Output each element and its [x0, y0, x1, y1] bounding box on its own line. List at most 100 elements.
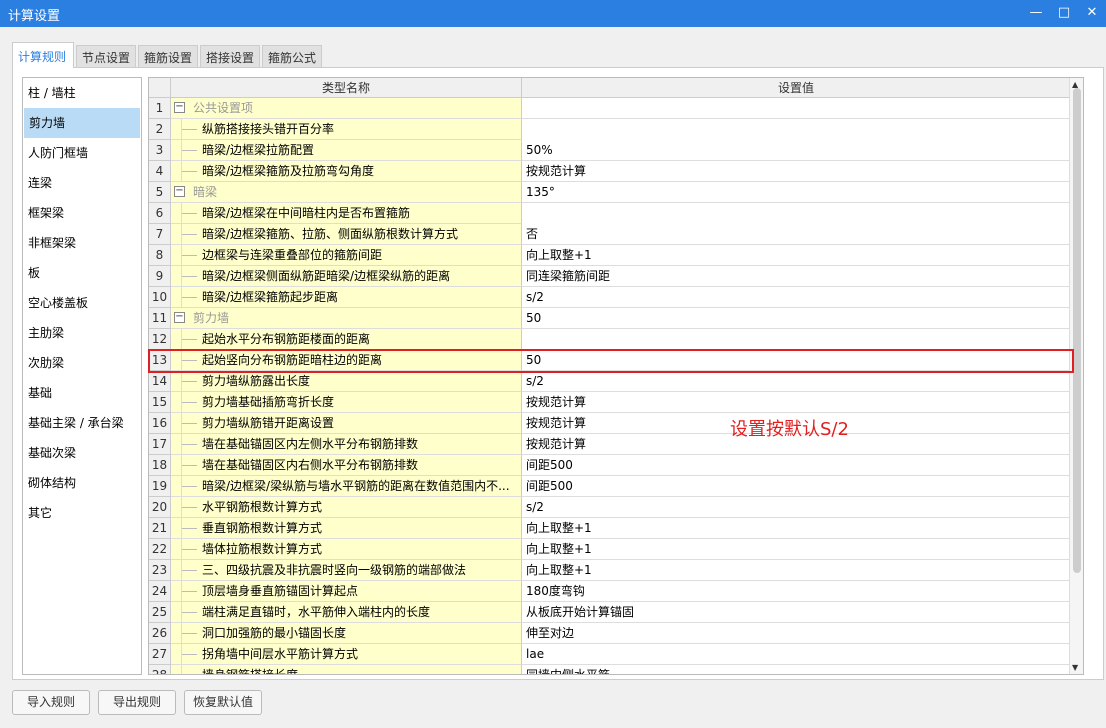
table-row[interactable]: 22 墙体拉筋根数计算方式 向上取整+1: [149, 539, 1070, 581]
group-name-cell[interactable]: − 公共设置项: [171, 98, 522, 119]
value-cell[interactable]: [522, 308, 1070, 329]
name-cell: 起始竖向分布钢筋距暗柱边的距离: [171, 350, 522, 371]
table-row[interactable]: 27 拐角墙中间层水平筋计算方式 同墙内侧水平筋: [149, 644, 1070, 674]
row-number: 20: [149, 497, 171, 518]
table-row[interactable]: 24 顶层墙身垂直筋锚固计算起点 从板底开始计算锚固: [149, 581, 1070, 623]
table-row[interactable]: 10 暗梁/边框梁箍筋起步距离 50: [149, 287, 1070, 329]
column-header-value[interactable]: 设置值: [522, 78, 1070, 98]
name-cell: 墙身钢筋搭接长度: [171, 665, 522, 674]
group-row[interactable]: 1− 公共设置项: [149, 98, 1070, 119]
sidebar-item[interactable]: 次肋梁: [23, 348, 141, 378]
name-cell: 墙体拉筋根数计算方式: [171, 539, 522, 560]
tab-4[interactable]: 箍筋公式: [262, 45, 322, 67]
row-number: 27: [149, 644, 171, 665]
sidebar-item[interactable]: 基础: [23, 378, 141, 408]
group-row[interactable]: 5− 暗梁: [149, 182, 1070, 203]
row-number: 8: [149, 245, 171, 266]
sidebar-item[interactable]: 剪力墙: [24, 108, 140, 138]
sidebar-item[interactable]: 基础次梁: [23, 438, 141, 468]
name-cell: 暗梁/边框梁箍筋、拉筋、侧面纵筋根数计算方式: [171, 224, 522, 245]
row-number: 13: [149, 350, 171, 371]
name-cell: 纵筋搭接接头错开百分率: [171, 119, 522, 140]
table-row[interactable]: 25 端柱满足直锚时，水平筋伸入端柱内的长度 伸至对边: [149, 602, 1070, 644]
name-cell: 拐角墙中间层水平筋计算方式: [171, 644, 522, 665]
table-row[interactable]: 26 洞口加强筋的最小锚固长度 lae: [149, 623, 1070, 665]
sidebar-item[interactable]: 柱 / 墙柱: [23, 78, 141, 108]
scroll-down-icon[interactable]: ▼: [1072, 663, 1078, 672]
row-number: 21: [149, 518, 171, 539]
row-number: 18: [149, 455, 171, 476]
name-cell: 水平钢筋根数计算方式: [171, 497, 522, 518]
sidebar-item[interactable]: 基础主梁 / 承台梁: [23, 408, 141, 438]
table-row[interactable]: 12 起始水平分布钢筋距楼面的距离 50: [149, 329, 1070, 371]
sidebar-item[interactable]: 板: [23, 258, 141, 288]
table-row[interactable]: 28墙身钢筋搭接长度按平法图集计算: [149, 665, 1070, 674]
import-rules-button[interactable]: 导入规则: [12, 690, 90, 715]
sidebar-item[interactable]: 空心楼盖板: [23, 288, 141, 318]
sidebar-item[interactable]: 主肋梁: [23, 318, 141, 348]
table-row[interactable]: 4 暗梁/边框梁箍筋及拉筋弯勾角度 135°: [149, 161, 1070, 203]
row-number: 19: [149, 476, 171, 497]
row-number: 2: [149, 119, 171, 140]
table-row[interactable]: 6 暗梁/边框梁在中间暗柱内是否布置箍筋否: [149, 203, 1070, 245]
tab-1[interactable]: 节点设置: [76, 45, 136, 67]
name-cell: 暗梁/边框梁/梁纵筋与墙水平钢筋的距离在数值范围内不...: [171, 476, 522, 497]
maximize-icon[interactable]: □: [1054, 4, 1074, 22]
table-row[interactable]: 3 暗梁/边框梁拉筋配置 按规范计算: [149, 140, 1070, 182]
name-cell: 三、四级抗震及非抗震时竖向一级钢筋的端部做法: [171, 560, 522, 581]
sidebar-item[interactable]: 非框架梁: [23, 228, 141, 258]
row-number: 22: [149, 539, 171, 560]
vertical-scrollbar[interactable]: ▲ ▼: [1069, 78, 1083, 674]
value-cell[interactable]: [522, 182, 1070, 203]
tab-2[interactable]: 箍筋设置: [138, 45, 198, 67]
row-number: 26: [149, 623, 171, 644]
table-row[interactable]: 13 起始竖向分布钢筋距暗柱边的距离 s/2: [149, 350, 1070, 392]
table-row[interactable]: 23 三、四级抗震及非抗震时竖向一级钢筋的端部做法 180度弯钩: [149, 560, 1070, 602]
sidebar-item[interactable]: 砌体结构: [23, 468, 141, 498]
group-label: 公共设置项: [193, 101, 254, 115]
table-row[interactable]: 20 水平钢筋根数计算方式 向上取整+1: [149, 497, 1070, 539]
row-number: 10: [149, 287, 171, 308]
row-number: 24: [149, 581, 171, 602]
row-number: 25: [149, 602, 171, 623]
value-cell[interactable]: [522, 98, 1070, 119]
column-header-name[interactable]: 类型名称: [171, 78, 522, 98]
table-row[interactable]: 21 垂直钢筋根数计算方式 向上取整+1: [149, 518, 1070, 560]
sidebar-item[interactable]: 其它: [23, 498, 141, 528]
table-row[interactable]: 18 墙在基础锚固区内右侧水平分布钢筋排数 间距500: [149, 455, 1070, 497]
row-number: 14: [149, 371, 171, 392]
table-row[interactable]: 9 暗梁/边框梁侧面纵筋距暗梁/边框梁纵筋的距离 s/2: [149, 266, 1070, 308]
tab-3[interactable]: 搭接设置: [200, 45, 260, 67]
tab-0[interactable]: 计算规则: [12, 42, 74, 68]
minimize-icon[interactable]: —: [1026, 4, 1046, 22]
collapse-icon[interactable]: −: [174, 312, 185, 323]
sidebar-item[interactable]: 人防门框墙: [23, 138, 141, 168]
group-row[interactable]: 11− 剪力墙: [149, 308, 1070, 329]
table-row[interactable]: 15 剪力墙基础插筋弯折长度 按规范计算: [149, 392, 1070, 434]
close-icon[interactable]: ✕: [1082, 4, 1102, 22]
collapse-icon[interactable]: −: [174, 102, 185, 113]
sidebar-item[interactable]: 框架梁: [23, 198, 141, 228]
row-number: 4: [149, 161, 171, 182]
row-number: 23: [149, 560, 171, 581]
scrollbar-thumb[interactable]: [1073, 88, 1081, 573]
row-number: 12: [149, 329, 171, 350]
table-row[interactable]: 17 墙在基础锚固区内左侧水平分布钢筋排数 间距500: [149, 434, 1070, 476]
table-row[interactable]: 16 剪力墙纵筋错开距离设置 按规范计算: [149, 413, 1070, 455]
sidebar-item[interactable]: 连梁: [23, 168, 141, 198]
table-row[interactable]: 19 暗梁/边框梁/梁纵筋与墙水平钢筋的距离在数值范围内不... s/2: [149, 476, 1070, 518]
name-cell: 墙在基础锚固区内左侧水平分布钢筋排数: [171, 434, 522, 455]
table-row[interactable]: 7 暗梁/边框梁箍筋、拉筋、侧面纵筋根数计算方式 向上取整+1: [149, 224, 1070, 266]
table-row[interactable]: 14 剪力墙纵筋露出长度 按规范计算: [149, 371, 1070, 413]
window-title: 计算设置: [8, 9, 61, 24]
name-cell: 洞口加强筋的最小锚固长度: [171, 623, 522, 644]
table-row[interactable]: 2 纵筋搭接接头错开百分率 50%: [149, 119, 1070, 161]
group-name-cell[interactable]: − 暗梁: [171, 182, 522, 203]
name-cell: 暗梁/边框梁拉筋配置: [171, 140, 522, 161]
group-name-cell[interactable]: − 剪力墙: [171, 308, 522, 329]
export-rules-button[interactable]: 导出规则: [98, 690, 176, 715]
table-row[interactable]: 8 边框梁与连梁重叠部位的箍筋间距 同连梁箍筋间距: [149, 245, 1070, 287]
name-cell: 垂直钢筋根数计算方式: [171, 518, 522, 539]
restore-defaults-button[interactable]: 恢复默认值: [184, 690, 262, 715]
collapse-icon[interactable]: −: [174, 186, 185, 197]
